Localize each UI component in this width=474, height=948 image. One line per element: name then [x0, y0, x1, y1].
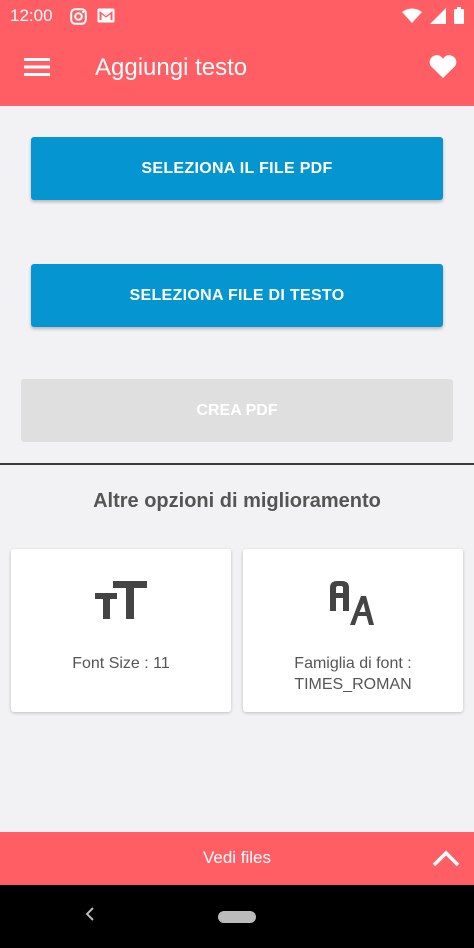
page-title: Aggiungi testo	[95, 54, 248, 81]
signal-icon	[430, 7, 446, 29]
app-bar: Aggiungi testo	[0, 32, 474, 106]
gmail-icon	[97, 8, 115, 30]
create-pdf-button[interactable]: CREA PDF	[21, 379, 453, 442]
back-icon[interactable]	[84, 905, 96, 928]
home-icon[interactable]	[218, 911, 256, 923]
divider	[0, 463, 474, 465]
view-files-label: Vedi files	[202, 848, 272, 867]
status-bar: 12:00	[0, 0, 474, 32]
menu-icon	[24, 57, 50, 82]
text-size-icon	[95, 579, 147, 628]
options-section-title: Altre opzioni di miglioramento	[93, 490, 381, 512]
select-text-file-button[interactable]: SELEZIONA FILE DI TESTO	[31, 264, 443, 327]
menu-button[interactable]	[18, 50, 56, 88]
chevron-up-icon[interactable]	[432, 846, 460, 870]
favorite-button[interactable]	[426, 52, 460, 86]
font-family-label: Famiglia di font : TIMES_ROMAN	[294, 655, 412, 693]
system-nav-bar	[0, 885, 474, 948]
wifi-icon	[402, 8, 422, 29]
heart-icon	[429, 54, 457, 84]
font-family-card[interactable]: Famiglia di font : TIMES_ROMAN	[243, 549, 463, 712]
select-pdf-button[interactable]: SELEZIONA IL FILE PDF	[31, 137, 443, 200]
status-time: 12:00	[10, 6, 53, 25]
instagram-icon	[70, 8, 87, 30]
font-size-label: Font Size : 11	[72, 655, 170, 672]
battery-icon	[454, 7, 464, 29]
font-family-icon	[328, 579, 378, 634]
system-icons	[402, 7, 464, 29]
notification-icons	[70, 8, 115, 30]
font-size-card[interactable]: Font Size : 11	[11, 549, 231, 712]
view-files-bar[interactable]: Vedi files	[0, 832, 474, 885]
